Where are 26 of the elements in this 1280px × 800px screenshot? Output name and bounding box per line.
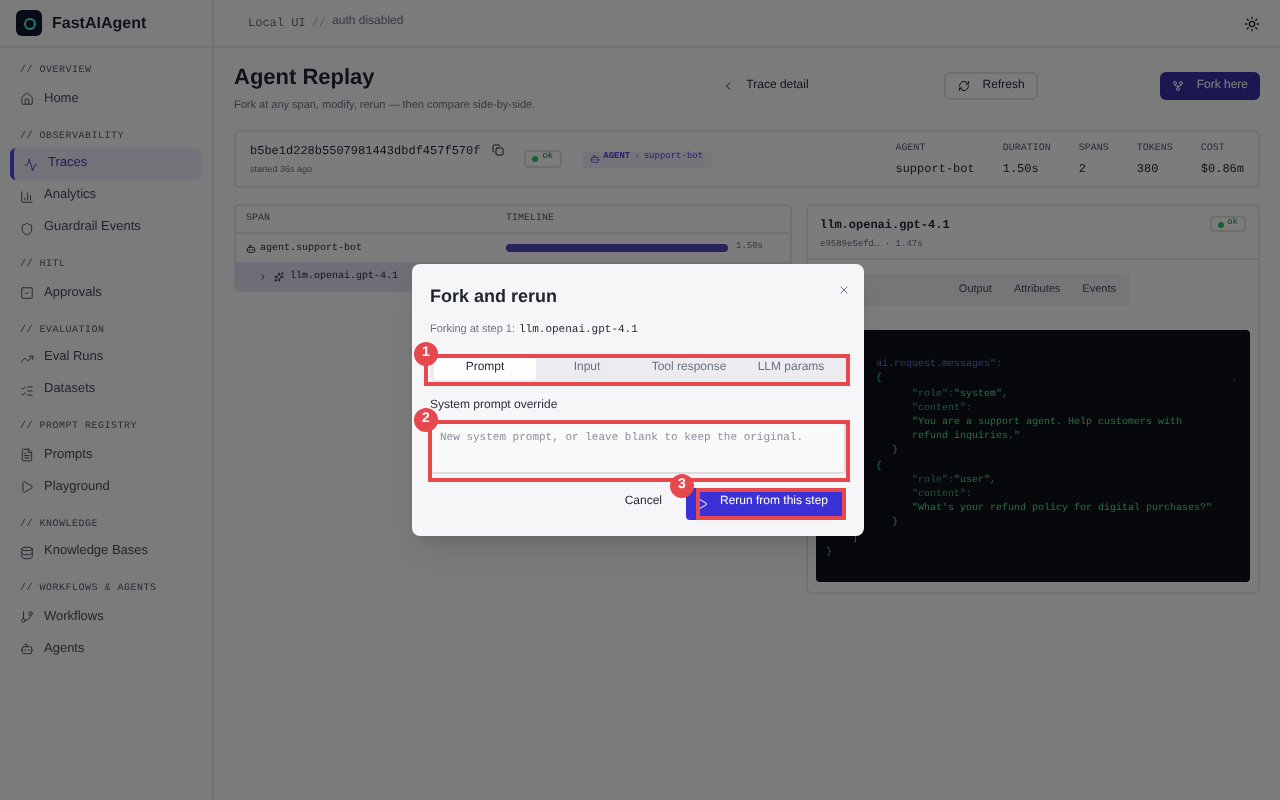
theme-toggle-icon[interactable]: [1244, 15, 1260, 31]
close-icon[interactable]: [838, 284, 850, 296]
brand-name: FastAIAgent: [52, 11, 147, 35]
nav-icon: [20, 480, 34, 494]
page-title: Agent Replay: [234, 68, 377, 90]
nav-icon: [20, 351, 34, 365]
refresh-icon: [958, 80, 971, 92]
nav-icon: [24, 157, 38, 171]
nav-icon: [20, 286, 34, 300]
nav-icon: [20, 642, 34, 656]
play-icon: [696, 497, 708, 510]
nav-icon: [20, 221, 34, 235]
expand-icon[interactable]: [258, 271, 268, 282]
nav-icon: [20, 92, 34, 106]
chevron-left-icon: [722, 80, 735, 92]
copy-icon[interactable]: [492, 144, 505, 157]
nav-icon: [20, 383, 34, 397]
dialog-title: Fork and rerun: [430, 284, 558, 310]
agent-icon: [246, 243, 256, 254]
nav-icon: [20, 448, 34, 462]
logo-icon: [16, 10, 42, 36]
nav-icon: [20, 610, 34, 624]
nav-icon: [20, 189, 34, 203]
sparkle-icon: [274, 271, 284, 282]
fork-icon: [1172, 80, 1185, 92]
nav-icon: [20, 545, 34, 559]
